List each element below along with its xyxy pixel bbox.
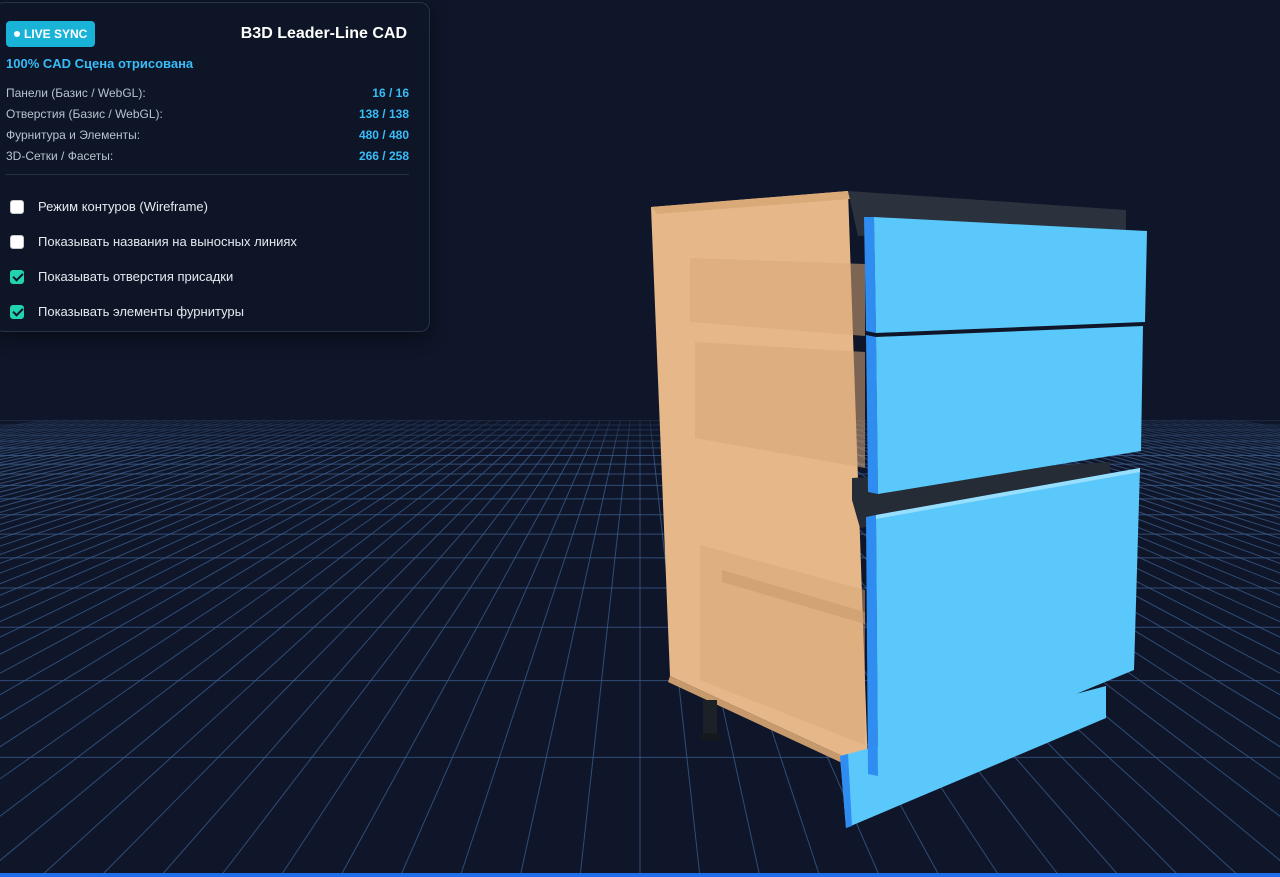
option-wireframe[interactable]: Режим контуров (Wireframe) [10, 189, 420, 224]
wireframe-checkbox[interactable] [10, 199, 24, 214]
option-label: Показывать элементы фурнитуры [38, 304, 245, 319]
stat-value: 480 / 480 [358, 128, 409, 142]
live-dot-icon [14, 30, 20, 37]
stat-row-panels: Панели (Базис / WebGL): 16 / 16 [6, 83, 409, 104]
stat-row-hardware: Фурнитура и Элементы: 480 / 480 [6, 125, 409, 146]
stat-label: Фурнитура и Элементы: [6, 128, 141, 142]
stat-value: 138 / 138 [358, 107, 409, 121]
stat-row-meshes: 3D-Сетки / Фасеты: 266 / 258 [6, 146, 409, 167]
stat-row-holes: Отверстия (Базис / WebGL): 138 / 138 [6, 104, 409, 125]
stats-list: Панели (Базис / WebGL): 16 / 16 Отверсти… [6, 83, 409, 167]
stat-label: 3D-Сетки / Фасеты: [6, 149, 114, 163]
cabinet-leg-foot [699, 733, 721, 741]
hardware-checkbox[interactable] [10, 304, 24, 319]
option-label: Режим контуров (Wireframe) [38, 199, 208, 214]
app-title: B3D Leader-Line CAD [240, 25, 407, 42]
stat-value: 266 / 258 [358, 149, 409, 163]
option-label: Показывать названия на выносных линиях [38, 234, 297, 249]
facade-2-edge [866, 335, 878, 494]
facade-3-edge [866, 515, 878, 776]
leader-names-checkbox[interactable] [10, 234, 24, 249]
stat-value: 16 / 16 [372, 86, 409, 100]
option-drill-holes[interactable]: Показывать отверстия присадки [10, 259, 420, 294]
option-leader-names[interactable]: Показывать названия на выносных линиях [10, 224, 420, 259]
facade-1-edge [864, 217, 876, 333]
option-label: Показывать отверстия присадки [38, 269, 234, 284]
stat-label: Отверстия (Базис / WebGL): [6, 107, 163, 121]
panel-divider [6, 174, 409, 175]
bottom-accent-bar [0, 873, 1280, 877]
render-status: 100% CAD Сцена отрисована [6, 56, 194, 71]
cabinet-leg [703, 700, 717, 738]
option-hardware[interactable]: Показывать элементы фурнитуры [10, 294, 420, 329]
display-options: Режим контуров (Wireframe) Показывать на… [10, 189, 420, 329]
scene-info-panel: LIVE SYNC B3D Leader-Line CAD 100% CAD С… [0, 2, 430, 332]
drill-holes-checkbox[interactable] [10, 269, 24, 284]
stat-label: Панели (Базис / WebGL): [6, 86, 146, 100]
live-sync-label: LIVE SYNC [24, 27, 88, 41]
live-sync-badge: LIVE SYNC [6, 21, 96, 47]
facade-1[interactable] [874, 217, 1147, 333]
